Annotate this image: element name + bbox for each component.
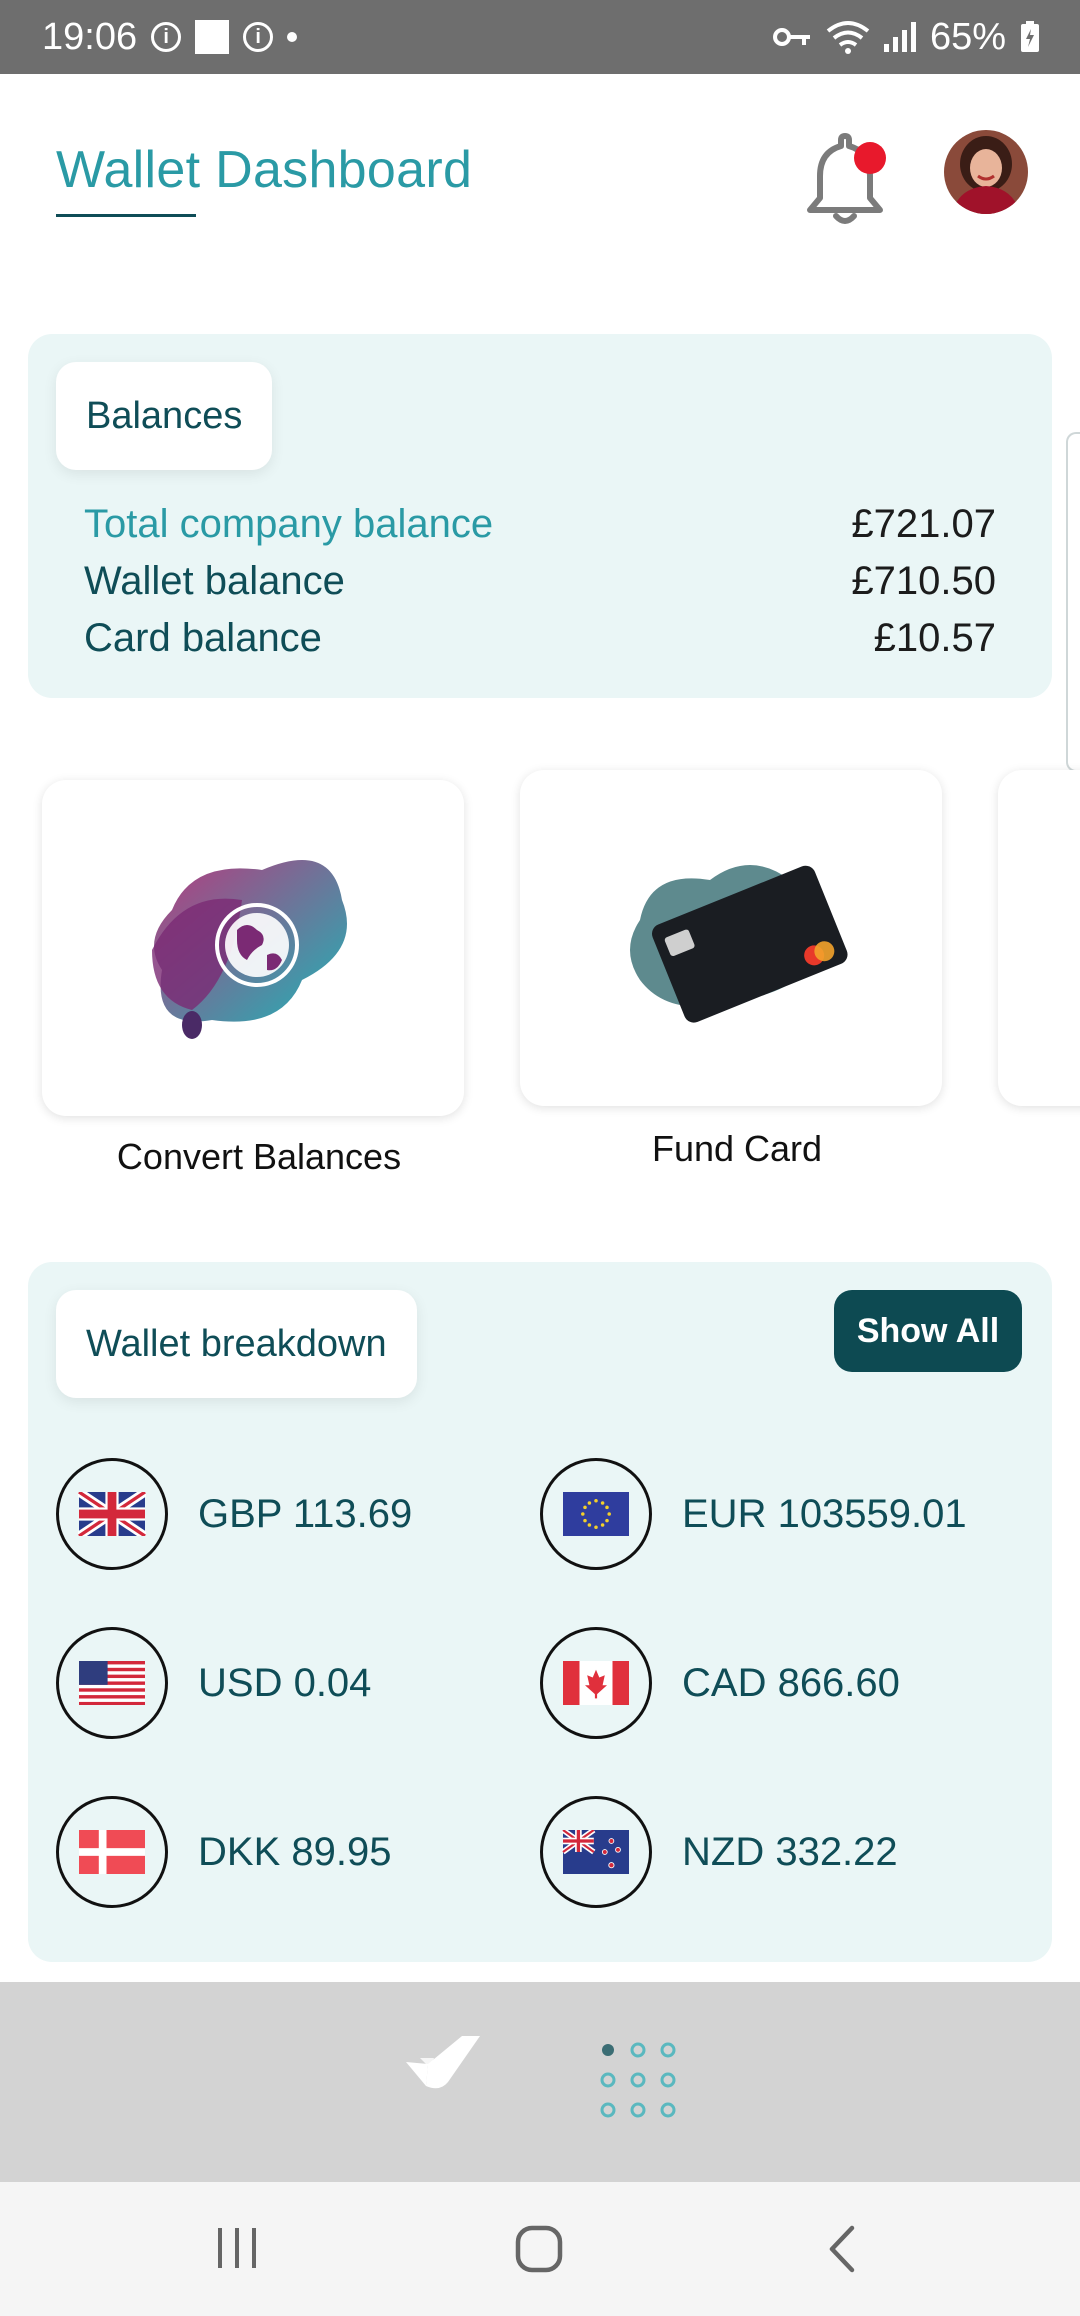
card-balance-row: Card balance £10.57 xyxy=(84,616,996,661)
apps-grid-icon[interactable] xyxy=(596,2038,680,2122)
flag-ring xyxy=(540,1458,652,1570)
currency-amount: GBP 113.69 xyxy=(198,1491,413,1536)
show-all-button[interactable]: Show All xyxy=(834,1290,1022,1372)
notification-square-icon xyxy=(195,20,230,54)
fund-card-label[interactable]: Fund Card xyxy=(520,1128,954,1170)
currency-amount: EUR 103559.01 xyxy=(682,1491,967,1536)
battery-icon xyxy=(1021,21,1039,52)
fund-card-tile[interactable] xyxy=(520,770,942,1106)
scroll-edge-handle[interactable] xyxy=(1066,432,1080,772)
balance-amount: £710.50 xyxy=(851,559,996,603)
balance-label: Card balance xyxy=(84,616,322,660)
info-icon: i xyxy=(151,22,182,52)
status-time: 19:06 xyxy=(42,15,138,58)
avatar[interactable] xyxy=(944,130,1028,214)
status-bar: 19:06 i i 65% xyxy=(0,0,1080,74)
wallet-balance-row: Wallet balance £710.50 xyxy=(84,559,996,604)
currency-eur[interactable]: EUR 103559.01 xyxy=(540,1458,967,1570)
canada-flag-icon xyxy=(563,1661,629,1705)
system-navigation-bar xyxy=(0,2182,1080,2316)
next-action-tile[interactable] xyxy=(998,770,1080,1106)
balances-panel: Balances Total company balance £721.07 W… xyxy=(28,334,1052,698)
key-icon xyxy=(772,28,810,46)
currency-amount: USD 0.04 xyxy=(198,1660,372,1705)
denmark-flag-icon xyxy=(79,1830,145,1874)
title-underline xyxy=(56,214,196,217)
eu-flag-icon xyxy=(563,1492,629,1536)
recent-apps-icon[interactable] xyxy=(214,2226,260,2270)
flag-ring xyxy=(56,1796,168,1908)
flag-ring xyxy=(540,1627,652,1739)
currency-nzd[interactable]: NZD 332.22 xyxy=(540,1796,898,1908)
balance-amount: £721.07 xyxy=(851,502,996,546)
currency-dkk[interactable]: DKK 89.95 xyxy=(56,1796,391,1908)
us-flag-icon xyxy=(79,1661,145,1705)
home-logo-icon[interactable] xyxy=(400,2028,486,2098)
currency-gbp[interactable]: GBP 113.69 xyxy=(56,1458,412,1570)
currency-usd[interactable]: USD 0.04 xyxy=(56,1627,371,1739)
globe-illustration-icon xyxy=(152,860,347,1039)
notification-dot xyxy=(854,142,886,174)
currency-amount: DKK 89.95 xyxy=(198,1829,392,1874)
balance-label: Wallet balance xyxy=(84,559,345,603)
flag-ring xyxy=(56,1627,168,1739)
uk-flag-icon xyxy=(78,1492,146,1536)
bottom-app-bar xyxy=(0,1982,1080,2182)
info-icon: i xyxy=(243,22,274,52)
notification-bell-icon[interactable] xyxy=(800,132,890,228)
home-icon[interactable] xyxy=(514,2224,564,2274)
wifi-icon xyxy=(826,21,870,54)
flag-ring xyxy=(56,1458,168,1570)
card-illustration-icon xyxy=(630,865,848,1023)
total-company-balance-row: Total company balance £721.07 xyxy=(84,502,996,547)
currency-cad[interactable]: CAD 866.60 xyxy=(540,1627,900,1739)
wallet-breakdown-heading: Wallet breakdown xyxy=(56,1290,417,1398)
back-icon[interactable] xyxy=(824,2224,858,2274)
convert-balances-label[interactable]: Convert Balances xyxy=(42,1136,476,1178)
flag-ring xyxy=(540,1796,652,1908)
currency-amount: CAD 866.60 xyxy=(682,1660,900,1705)
dot-icon xyxy=(287,32,298,42)
signal-icon xyxy=(883,22,916,52)
currency-amount: NZD 332.22 xyxy=(682,1829,898,1874)
convert-balances-tile[interactable] xyxy=(42,780,464,1116)
new-zealand-flag-icon xyxy=(562,1830,629,1874)
page-title: Wallet Dashboard xyxy=(56,141,473,199)
balance-label: Total company balance xyxy=(84,502,494,546)
balances-heading: Balances xyxy=(56,362,273,470)
balance-amount: £10.57 xyxy=(873,616,996,660)
battery-percent: 65% xyxy=(929,15,1006,58)
